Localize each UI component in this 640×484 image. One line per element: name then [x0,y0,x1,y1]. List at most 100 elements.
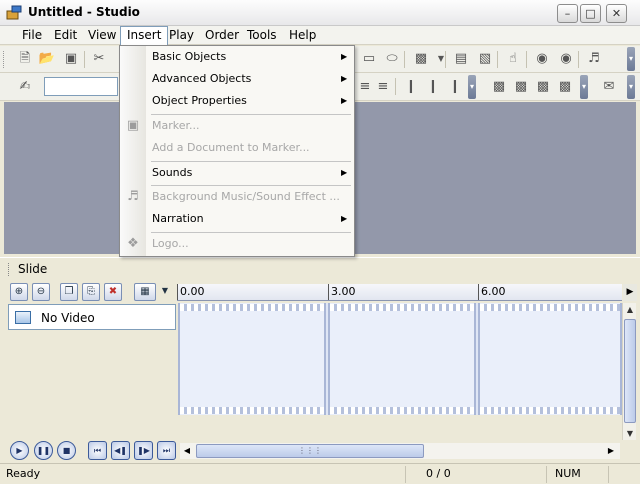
maximize-button[interactable]: □ [580,4,601,23]
font-combo[interactable] [44,77,118,96]
pause-button[interactable]: ❚❚ [34,441,53,460]
backward-icon[interactable]: ▩ [556,78,574,96]
film-frame[interactable] [478,303,622,415]
shapes-icon[interactable]: ▩ [412,50,430,68]
track-item[interactable]: No Video [8,304,176,330]
bubble-icon[interactable]: ◉ [533,50,551,68]
click-icon[interactable]: ☝ [504,50,522,68]
toolbar-overflow-button[interactable]: ▾ [580,75,588,99]
menu-help[interactable]: Help [283,27,322,44]
panel-grip[interactable] [8,263,10,276]
next-button[interactable]: ❚▶ [134,441,153,460]
play-button[interactable]: ▶ [10,441,29,460]
ellipse-icon[interactable]: ⬭ [383,50,401,68]
open-icon[interactable]: 📂 [38,50,56,68]
menu-insert[interactable]: Insert [120,26,169,45]
scroll-down-button[interactable]: ▼ [624,427,636,441]
menu-item-label: Sounds [152,166,193,179]
grid-icon[interactable]: ▦ [134,283,156,301]
scroll-right-button[interactable]: ▶ [604,444,618,458]
menu-item-advanced-objects[interactable]: Advanced Objects ▶ [121,68,353,90]
forward-icon[interactable]: ▩ [534,78,552,96]
logo-icon: ❖ [127,236,139,251]
menu-item-object-properties[interactable]: Object Properties ▶ [121,90,353,112]
toolbar-overflow-button[interactable]: ▾ [627,75,635,99]
zoom-out-icon[interactable]: ⊖ [32,283,50,301]
menu-view[interactable]: View [82,27,122,44]
copy-icon[interactable]: ❐ [60,283,78,301]
submenu-arrow-icon: ▶ [341,52,348,61]
status-bar: Ready 0 / 0 NUM [0,463,640,484]
distribute-icon[interactable]: ❙ [402,78,420,96]
menu-play[interactable]: Play [163,27,200,44]
timeline-horizontal-scrollbar[interactable]: ◀ ⋮⋮⋮ ▶ [180,443,620,459]
ruler-label: 6.00 [481,285,506,298]
delete-icon[interactable]: ✖ [104,283,122,301]
film-frame[interactable] [328,303,476,415]
stop-button[interactable]: ■ [57,441,76,460]
scroll-left-button[interactable]: ◀ [180,444,194,458]
track-label: No Video [41,311,95,325]
menu-item-sounds[interactable]: Sounds ▶ [121,162,353,184]
film-perforation [330,304,474,311]
toolbar-overflow-button[interactable]: ▾ [468,75,476,99]
slide-label: Slide [18,262,48,276]
scroll-thumb[interactable] [624,319,636,423]
menu-item-logo[interactable]: ❖ Logo... [121,233,353,255]
scroll-thumb[interactable]: ⋮⋮⋮ [196,444,424,458]
toolbar-separator [578,51,579,68]
timeline-vertical-scrollbar[interactable]: ▲ ▼ [622,303,636,443]
rectangle-icon[interactable]: ▭ [360,50,378,68]
first-button[interactable]: ⏮ [88,441,107,460]
minimize-button[interactable]: – [557,4,578,23]
toolbar-separator [84,51,85,68]
ruler-scroll-right-button[interactable]: ▶ [623,284,637,301]
highlight-icon[interactable]: ◉ [557,50,575,68]
cut-icon[interactable]: ✂ [90,50,108,68]
toolbar-overflow-button[interactable]: ▾ [627,47,635,71]
image-icon[interactable]: ▤ [452,50,470,68]
timeline-film-strip[interactable] [178,303,622,415]
slide-panel-header: Slide [0,257,640,279]
menu-item-narration[interactable]: Narration ▶ [121,208,353,230]
submenu-arrow-icon: ▶ [341,96,348,105]
comment-icon[interactable]: ✉ [600,78,618,96]
distribute-v-icon[interactable]: ❙ [424,78,442,96]
toolbar-separator [404,51,405,68]
menu-item-label: Background Music/Sound Effect ... [152,190,340,203]
new-icon[interactable]: 🗎 [16,50,34,68]
menu-edit[interactable]: Edit [48,27,83,44]
send-back-icon[interactable]: ▩ [512,78,530,96]
film-frame[interactable] [178,303,326,415]
last-button[interactable]: ⏭ [157,441,176,460]
timeline-toolbar: ⊕ ⊖ ❐ ⎘ ✖ ▦ ▼ [6,283,176,303]
film-perforation [180,407,324,414]
zoom-in-icon[interactable]: ⊕ [10,283,28,301]
save-icon[interactable]: ▣ [62,50,80,68]
distribute-h-icon[interactable]: ❙ [446,78,464,96]
marker-icon: ▣ [126,118,140,133]
prev-button[interactable]: ◀❚ [111,441,130,460]
menu-tools[interactable]: Tools [241,27,283,44]
menu-item-marker[interactable]: ▣ Marker... [121,115,353,137]
scroll-up-button[interactable]: ▲ [624,303,636,317]
text-icon[interactable]: ▧ [476,50,494,68]
close-button[interactable]: ✕ [606,4,627,23]
paste-icon[interactable]: ⎘ [82,283,100,301]
timeline-ruler[interactable]: 0.00 3.00 6.00 [177,284,622,301]
menu-file[interactable]: File [16,27,48,44]
chevron-down-icon[interactable]: ▼ [432,50,450,68]
menu-item-basic-objects[interactable]: Basic Objects ▶ [121,46,353,68]
align-right-icon[interactable]: ≡ [374,78,392,96]
menu-item-background-music[interactable]: ♬ Background Music/Sound Effect ... [121,186,353,208]
align-center-icon[interactable]: ≡ [356,78,374,96]
menu-order[interactable]: Order [199,27,245,44]
font-style-icon[interactable]: ✍ [16,78,34,96]
music-icon[interactable]: ♬ [585,50,603,68]
chevron-down-icon[interactable]: ▼ [156,283,174,301]
toolbar-grip[interactable] [3,51,6,68]
menu-item-label: Add a Document to Marker... [152,141,310,154]
film-perforation [480,304,620,311]
bring-front-icon[interactable]: ▩ [490,78,508,96]
menu-item-add-document-to-marker[interactable]: Add a Document to Marker... [121,137,353,159]
